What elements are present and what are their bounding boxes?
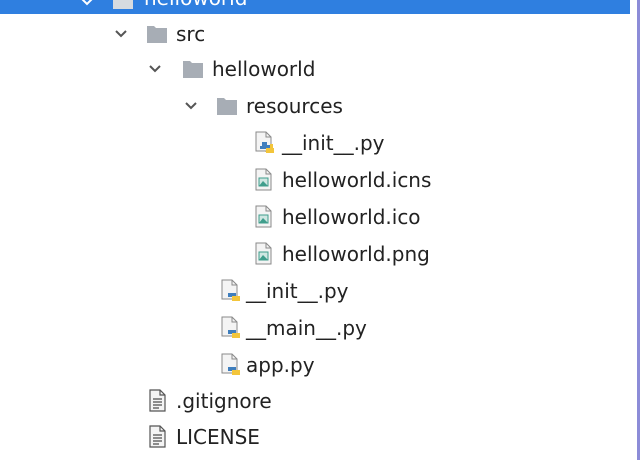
chevron-down-icon[interactable] [148,62,162,76]
python-file-icon [220,279,242,303]
python-file-icon [220,353,242,377]
text-file-icon [148,425,170,449]
tree-label: app.py [246,353,315,377]
chevron-down-icon[interactable] [114,27,128,41]
folder-icon [182,59,203,78]
tree-label: helloworld.icns [282,168,432,192]
tree-label: helloworld.ico [282,205,421,229]
tree-row-main[interactable]: __main__.py [0,311,630,345]
tree-row-png[interactable]: helloworld.png [0,237,630,271]
tree-label: helloworld [212,57,316,81]
tree-label: helloworld [144,0,247,10]
folder-icon [146,24,167,43]
tree-label: __main__.py [246,316,367,340]
folder-icon [112,0,133,10]
tree-label: src [176,22,206,46]
tree-label: resources [246,94,343,118]
tree-row-ico[interactable]: helloworld.ico [0,200,630,234]
chevron-down-icon[interactable] [184,99,198,113]
tree-label: helloworld.png [282,242,430,266]
tree-row-app[interactable]: app.py [0,348,630,382]
image-file-icon [254,242,276,266]
python-file-icon [254,131,276,155]
tree-row-helloworld[interactable]: helloworld [0,52,630,86]
tree-row-root[interactable]: helloworld [0,0,630,14]
image-file-icon [254,205,276,229]
project-tree: helloworld src helloworld resources [0,0,640,460]
tree-row-license[interactable]: LICENSE [0,420,630,454]
image-file-icon [254,168,276,192]
tree-row-init[interactable]: __init__.py [0,274,630,308]
tree-row-icns[interactable]: helloworld.icns [0,163,630,197]
chevron-down-icon[interactable] [80,0,94,9]
tree-row-resources[interactable]: resources [0,89,630,123]
tree-label: __init__.py [282,131,385,155]
tree-row-resources-init[interactable]: __init__.py [0,126,630,160]
python-file-icon [220,316,242,340]
tree-row-src[interactable]: src [0,17,630,51]
tree-label: .gitignore [176,389,272,413]
folder-icon [216,96,237,115]
tree-label: __init__.py [246,279,349,303]
tree-label: LICENSE [176,425,260,449]
text-file-icon [148,389,170,413]
tree-row-gitignore[interactable]: .gitignore [0,384,630,418]
